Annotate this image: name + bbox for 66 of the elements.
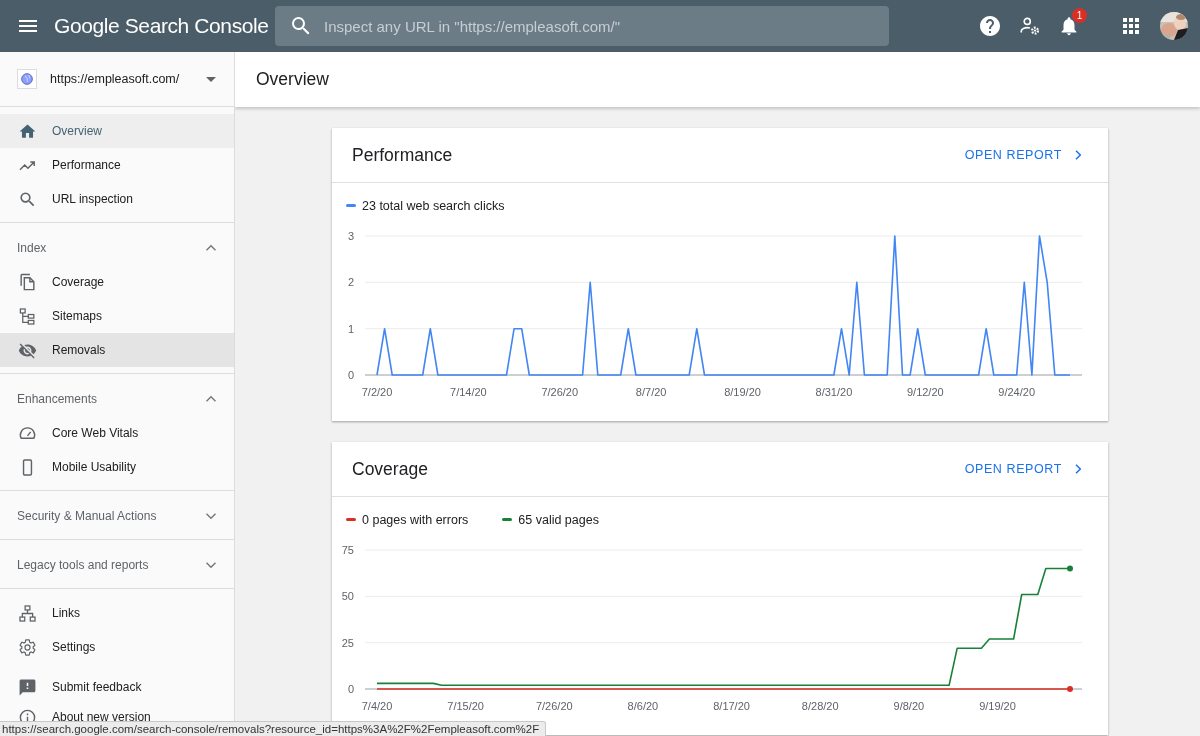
axis-label: 8/19/20 [724,386,761,398]
open-report-link[interactable]: OPEN REPORT [964,147,1086,163]
property-selector[interactable]: https://empleasoft.com/ [0,52,234,107]
legend-label: 0 pages with errors [362,512,469,527]
legend-label: 23 total web search clicks [362,198,505,213]
nav-item[interactable]: Mobile Usability [0,450,234,484]
person-gear-icon [1019,15,1041,37]
search-icon [18,189,37,209]
nav-item[interactable]: Submit feedback [0,672,234,702]
axis-label: 7/15/20 [447,700,484,712]
section-header[interactable]: Security & Manual Actions [0,499,234,533]
axis-label: 50 [341,590,354,603]
axis-label: 7/26/20 [541,386,579,398]
nav-item[interactable]: Removals [0,333,234,367]
help-icon [978,14,1002,38]
open-report-link[interactable]: OPEN REPORT [964,461,1086,477]
axis-label: 2 [347,276,354,289]
axis-label: 9/24/20 [998,386,1036,398]
page-title: Overview [256,69,329,90]
nav-item[interactable]: Overview [0,114,234,148]
settings-icon [18,637,37,657]
nav-item[interactable]: Settings [0,630,234,664]
legend-label: 65 valid pages [518,512,599,527]
app-title: Google Search Console [54,14,270,38]
nav-item[interactable]: Performance [0,148,234,182]
notification-badge: 1 [1072,8,1087,23]
nav-item[interactable]: Core Web Vitals [0,416,234,450]
pages-icon [18,272,37,292]
axis-label: 8/17/20 [713,700,750,712]
axis-label: 8/6/20 [627,700,659,712]
axis-label: 7/2/20 [361,386,393,398]
axis-label: 9/12/20 [906,386,944,398]
axis-label: 25 [341,636,354,649]
axis-label: 0 [347,369,354,381]
nav-item[interactable]: Coverage [0,265,234,299]
section-header[interactable]: Legacy tools and reports [0,548,234,582]
axis-label: 9/19/20 [979,700,1016,712]
section-header[interactable]: Index [0,231,234,265]
nav-item[interactable]: URL inspection [0,182,234,216]
axis-label: 7/4/20 [361,700,393,712]
link-url-tooltip: https://search.google.com/search-console/removals?resource_id=https%3A%2F%2Fempleasoft.com%2F [0,721,547,736]
axis-label: 0 [347,683,354,695]
axis-label: 8/7/20 [635,386,667,398]
axis-label: 7/26/20 [535,700,573,712]
axis-label: 8/28/20 [801,700,839,712]
nav-item[interactable]: Links [0,596,234,630]
help-button[interactable] [978,14,1002,38]
axis-label: 7/14/20 [450,386,487,398]
search-field[interactable]: Inspect any URL in "https://empleasoft.com/" [275,6,889,46]
section-header[interactable]: Enhancements [0,382,234,416]
nav-item[interactable]: Sitemaps [0,299,234,333]
caret-down-icon [206,76,216,82]
axis-label: 9/8/20 [893,700,925,712]
axis-label: 75 [341,544,354,556]
axis-label: 3 [347,230,354,242]
axis-label: 1 [347,322,354,335]
crossed-eye-icon [18,340,37,360]
sitemap-icon [18,306,37,326]
home-icon [18,121,37,141]
card-title: Performance [352,144,453,166]
network-icon [18,603,37,623]
card-title: Coverage [352,458,428,480]
feedback-icon [18,677,37,697]
globe-icon [19,71,35,87]
admin-button[interactable] [1019,15,1041,37]
axis-label: 8/31/20 [815,386,853,398]
